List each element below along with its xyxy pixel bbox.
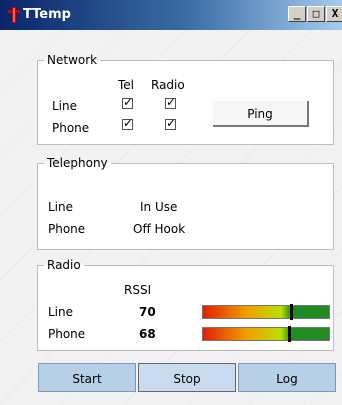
app-icon — [8, 7, 20, 23]
maximize-button[interactable]: □ — [307, 6, 325, 22]
radio-legend: Radio — [47, 258, 81, 272]
line-signal-level-marker — [290, 304, 293, 320]
ping-button[interactable]: Ping — [213, 101, 309, 127]
app-window: TTemp _ □ X Network Tel Radio Line Phone… — [0, 0, 342, 405]
line-signal-meter — [202, 304, 330, 320]
phone-radio-checkbox[interactable] — [165, 116, 176, 130]
window-title: TTemp — [23, 7, 71, 22]
line-tel-checkbox[interactable] — [122, 95, 133, 109]
phone-tel-checkbox[interactable] — [122, 116, 133, 130]
log-button[interactable]: Log — [238, 363, 336, 392]
network-row-phone-label: Phone — [52, 121, 90, 135]
radio-row-phone-label: Phone — [48, 327, 86, 341]
network-legend: Network — [47, 53, 98, 67]
phone-rssi-value: 68 — [139, 327, 156, 341]
title-bar[interactable]: TTemp _ □ X — [0, 0, 342, 30]
network-group: Network Tel Radio Line Phone Ping — [37, 53, 334, 145]
tel-column-header: Tel — [118, 78, 135, 92]
line-status-value: In Use — [140, 200, 178, 214]
window-content: Network Tel Radio Line Phone Ping Teleph… — [0, 30, 342, 405]
phone-signal-level-marker — [288, 326, 291, 342]
telephony-group: Telephony Line In Use Phone Off Hook — [37, 156, 334, 250]
radio-column-header: Radio — [151, 78, 185, 92]
radio-group: Radio RSSI Line 70 Phone 68 — [37, 258, 334, 351]
telephony-row-line-label: Line — [48, 200, 74, 214]
network-row-line-label: Line — [52, 99, 78, 113]
radio-row-line-label: Line — [48, 305, 74, 319]
telephony-row-phone-label: Phone — [48, 222, 86, 236]
close-button[interactable]: X — [326, 6, 342, 22]
telephony-legend: Telephony — [47, 156, 108, 170]
rssi-column-header: RSSI — [124, 283, 152, 297]
phone-status-value: Off Hook — [133, 222, 186, 236]
phone-signal-meter — [202, 326, 330, 342]
start-button[interactable]: Start — [38, 363, 136, 392]
line-rssi-value: 70 — [139, 305, 156, 319]
stop-button[interactable]: Stop — [138, 363, 236, 392]
line-radio-checkbox[interactable] — [165, 95, 176, 109]
minimize-button[interactable]: _ — [288, 6, 306, 22]
